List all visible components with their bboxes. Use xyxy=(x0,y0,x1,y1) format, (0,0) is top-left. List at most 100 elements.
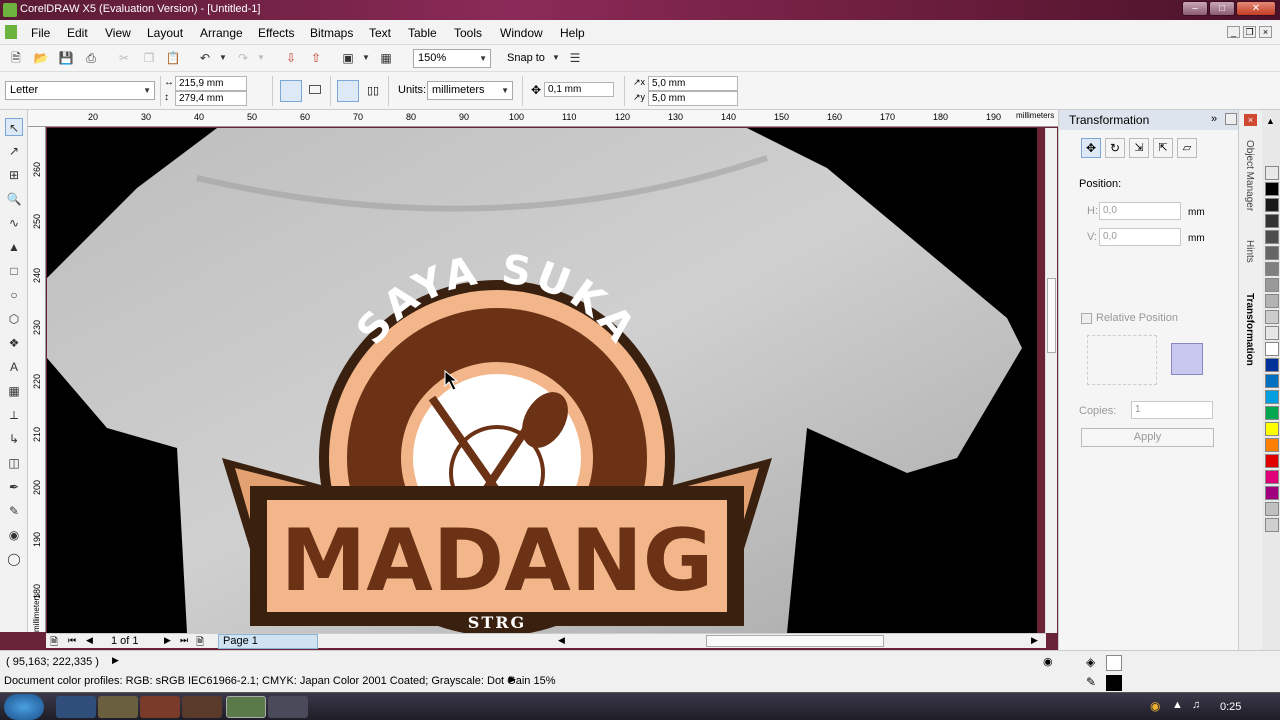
zoom-level-select[interactable]: 150% ▼ xyxy=(413,49,491,68)
previous-page-icon[interactable]: ◀ xyxy=(86,635,93,646)
taskbar-coreldraw-icon[interactable] xyxy=(226,696,266,718)
options-icon[interactable]: ☰ xyxy=(567,50,583,66)
redo-icon[interactable]: ↷ xyxy=(235,50,251,66)
color-swatch[interactable] xyxy=(1265,518,1279,532)
start-button[interactable] xyxy=(4,694,44,720)
coreldraw-app-icon[interactable] xyxy=(3,3,17,17)
color-profiles-text[interactable]: Document color profiles: RGB: sRGB IEC61… xyxy=(4,675,555,687)
color-swatch[interactable] xyxy=(1265,262,1279,276)
color-swatch[interactable] xyxy=(1265,214,1279,228)
skew-mode-button[interactable]: ▱ xyxy=(1177,138,1197,158)
fill-tool-icon[interactable]: ◉ xyxy=(5,526,23,544)
outline-indicator-icon[interactable]: ✎ xyxy=(1086,675,1096,689)
tray-icon[interactable]: ◉ xyxy=(1150,699,1160,713)
drawing-canvas[interactable]: SAYA SUKA MADANG STRG xyxy=(47,128,1037,633)
color-swatch[interactable] xyxy=(1265,422,1279,436)
color-swatch[interactable] xyxy=(1265,198,1279,212)
duplicate-x-field[interactable]: 5,0 mm xyxy=(648,76,738,91)
menu-table[interactable]: Table xyxy=(408,26,437,40)
menu-tools[interactable]: Tools xyxy=(454,26,482,40)
menu-file[interactable]: File xyxy=(31,26,50,40)
page-height-field[interactable]: 279,4 mm xyxy=(175,91,247,106)
page-size-select[interactable]: Letter ▼ xyxy=(5,81,155,100)
zoom-tool-icon[interactable]: 🔍 xyxy=(5,190,23,208)
rotate-mode-button[interactable]: ↻ xyxy=(1105,138,1125,158)
color-swatch[interactable] xyxy=(1265,182,1279,196)
new-icon[interactable]: 🗎 xyxy=(8,50,24,66)
size-mode-button[interactable]: ⇱ xyxy=(1153,138,1173,158)
color-swatch[interactable] xyxy=(1265,470,1279,484)
color-swatch[interactable] xyxy=(1265,486,1279,500)
doc-restore-button[interactable]: ❐ xyxy=(1243,26,1256,38)
document-icon[interactable] xyxy=(5,25,17,39)
menu-help[interactable]: Help xyxy=(560,26,585,40)
v-position-field[interactable]: 0,0 xyxy=(1099,228,1181,246)
next-page-icon[interactable]: ▶ xyxy=(164,635,171,646)
vertical-ruler[interactable]: 260 250 240 230 220 210 200 190 180 mill… xyxy=(28,127,46,632)
all-pages-button[interactable] xyxy=(337,80,359,102)
color-swatch[interactable] xyxy=(1265,374,1279,388)
relative-position-checkbox[interactable] xyxy=(1081,313,1092,324)
docker-close-button[interactable]: × xyxy=(1244,114,1257,126)
scroll-right-icon[interactable]: ▶ xyxy=(1031,635,1038,646)
tab-transformation[interactable]: Transformation xyxy=(1244,293,1255,366)
taskbar-explorer-icon[interactable] xyxy=(98,696,138,718)
color-swatch[interactable] xyxy=(1265,326,1279,340)
menu-edit[interactable]: Edit xyxy=(67,26,88,40)
freehand-tool-icon[interactable]: ∿ xyxy=(5,214,23,232)
menu-view[interactable]: View xyxy=(105,26,131,40)
docker-expand-icon[interactable]: » xyxy=(1211,113,1217,125)
clock[interactable]: 0:25 xyxy=(1220,701,1241,713)
copies-field[interactable]: 1 xyxy=(1131,401,1213,419)
color-swatch[interactable] xyxy=(1265,438,1279,452)
pick-tool-icon[interactable]: ↖ xyxy=(5,118,23,136)
text-tool-icon[interactable]: A xyxy=(5,358,23,376)
tab-hints[interactable]: Hints xyxy=(1244,240,1255,263)
color-swatch[interactable] xyxy=(1265,502,1279,516)
snap-to-dropdown-icon[interactable]: ▼ xyxy=(548,50,564,66)
smart-fill-tool-icon[interactable]: ▲ xyxy=(5,238,23,256)
portrait-button[interactable] xyxy=(280,80,302,102)
units-select[interactable]: millimeters ▼ xyxy=(427,81,513,100)
nudge-distance-field[interactable]: 0,1 mm xyxy=(544,82,614,97)
outline-swatch-black[interactable] xyxy=(1106,675,1122,691)
eyedropper-tool-icon[interactable]: ✒ xyxy=(5,478,23,496)
save-icon[interactable]: 💾 xyxy=(58,50,74,66)
export-icon[interactable]: ⇧ xyxy=(308,50,324,66)
dimension-tool-icon[interactable]: ⟂ xyxy=(5,406,23,424)
network-icon[interactable]: ▲ xyxy=(1172,699,1183,711)
doc-minimize-button[interactable]: _ xyxy=(1227,26,1240,38)
ellipse-tool-icon[interactable]: ○ xyxy=(5,286,23,304)
shape-tool-icon[interactable]: ↗ xyxy=(5,142,23,160)
color-swatch[interactable] xyxy=(1265,294,1279,308)
table-tool-icon[interactable]: ▦ xyxy=(5,382,23,400)
palette-scroll-up-icon[interactable]: ▲ xyxy=(1266,116,1275,126)
taskbar-media-icon[interactable] xyxy=(140,696,180,718)
import-icon[interactable]: ⇩ xyxy=(283,50,299,66)
menu-bitmaps[interactable]: Bitmaps xyxy=(310,26,353,40)
outline-pen-tool-icon[interactable]: ✎ xyxy=(5,502,23,520)
horizontal-ruler[interactable]: 20 30 40 50 60 70 80 90 100 110 120 130 … xyxy=(28,110,1058,127)
color-swatch[interactable] xyxy=(1265,230,1279,244)
interactive-blend-tool-icon[interactable]: ◫ xyxy=(5,454,23,472)
redo-dropdown-icon[interactable]: ▼ xyxy=(253,50,269,66)
crop-tool-icon[interactable]: ⊞ xyxy=(5,166,23,184)
launcher-dropdown-icon[interactable]: ▼ xyxy=(358,50,374,66)
snap-to-button[interactable]: Snap to xyxy=(507,52,545,64)
last-page-icon[interactable]: ⏭ xyxy=(180,635,188,646)
menu-layout[interactable]: Layout xyxy=(147,26,183,40)
menu-window[interactable]: Window xyxy=(500,26,543,40)
vertical-scrollbar[interactable] xyxy=(1045,128,1057,633)
color-swatch[interactable] xyxy=(1265,310,1279,324)
doc-close-button[interactable]: × xyxy=(1259,26,1272,38)
paste-icon[interactable]: 📋 xyxy=(165,50,181,66)
taskbar-ie-icon[interactable] xyxy=(56,696,96,718)
vertical-scroll-thumb[interactable] xyxy=(1047,278,1056,353)
undo-icon[interactable]: ↶ xyxy=(197,50,213,66)
position-mode-button[interactable]: ✥ xyxy=(1081,138,1101,158)
color-swatch[interactable] xyxy=(1265,390,1279,404)
color-swatch[interactable] xyxy=(1265,454,1279,468)
zoom-navigator-icon[interactable]: ◉ xyxy=(1043,655,1053,668)
apply-button[interactable]: Apply xyxy=(1081,428,1214,447)
copy-icon[interactable]: ❐ xyxy=(141,50,157,66)
